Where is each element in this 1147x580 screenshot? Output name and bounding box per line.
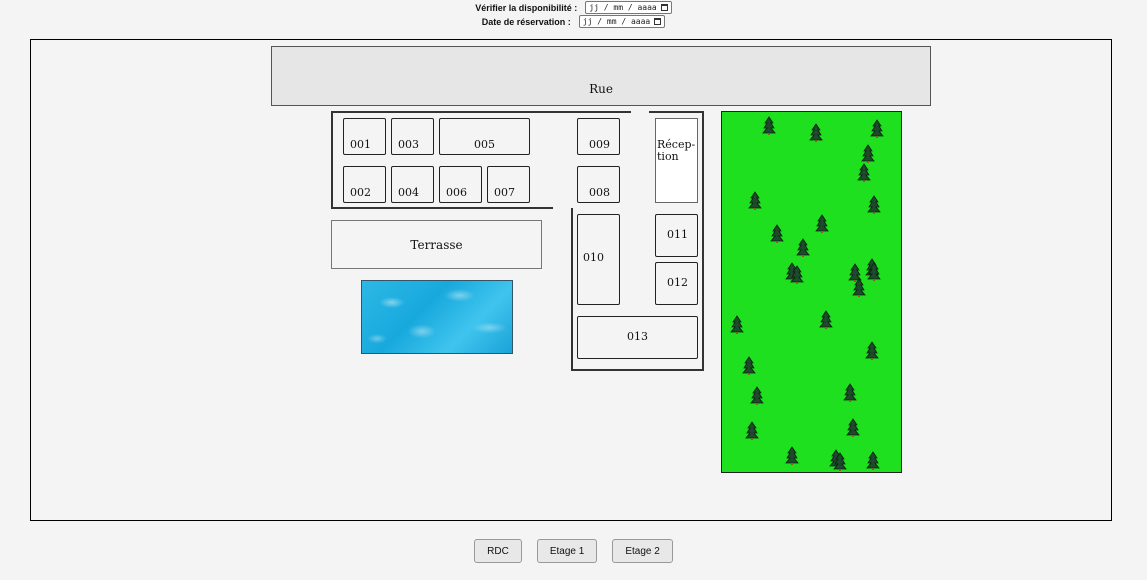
pine-tree-icon	[809, 123, 823, 142]
calendar-icon[interactable]	[660, 4, 668, 11]
reservation-label: Date de réservation :	[481, 16, 571, 27]
room-label: 001	[350, 138, 371, 151]
pine-tree-icon	[819, 310, 833, 329]
room-011[interactable]: 011	[655, 214, 698, 257]
pine-tree-icon	[730, 315, 744, 334]
pine-tree-icon	[846, 418, 860, 437]
room-label: 011	[667, 228, 688, 241]
room-label: 009	[589, 138, 610, 151]
wall	[702, 111, 704, 371]
availability-date-placeholder: jj / mm / aaaa	[589, 3, 657, 12]
room-004[interactable]: 004	[391, 166, 434, 203]
wall	[331, 111, 631, 113]
pine-tree-icon	[745, 421, 759, 440]
room-label: 002	[350, 186, 371, 199]
room-label: 012	[667, 276, 688, 289]
floor-button-etage-1[interactable]: Etage 1	[536, 539, 598, 563]
availability-label: Vérifier la disponibilité :	[475, 2, 578, 13]
reservation-row: Date de réservation : jj / mm / aaaa	[0, 15, 1147, 28]
room-010[interactable]: 010	[577, 214, 620, 305]
room-013[interactable]: 013	[577, 316, 698, 359]
garden-trees	[730, 116, 884, 471]
pine-tree-icon	[796, 238, 810, 257]
wall	[571, 369, 704, 371]
room-label: 010	[583, 251, 604, 264]
street: Rue	[271, 46, 931, 106]
room-003[interactable]: 003	[391, 118, 434, 155]
pine-tree-icon	[870, 119, 884, 138]
room-007[interactable]: 007	[487, 166, 530, 203]
pine-tree-icon	[867, 195, 881, 214]
wall	[331, 111, 333, 208]
room-label: 008	[589, 186, 610, 199]
room-label: 005	[474, 138, 495, 151]
reception-label-line-2: tion	[657, 150, 679, 163]
pine-tree-icon	[865, 341, 879, 360]
wall	[649, 111, 704, 113]
room-001[interactable]: 001	[343, 118, 386, 155]
pine-tree-icon	[742, 356, 756, 375]
wall	[331, 207, 553, 209]
pine-tree-icon	[762, 116, 776, 135]
pine-tree-icon	[815, 214, 829, 233]
wall	[571, 208, 573, 371]
pine-tree-icon	[750, 386, 764, 405]
terrace: Terrasse	[331, 220, 542, 269]
pine-tree-icon	[857, 163, 871, 182]
room-002[interactable]: 002	[343, 166, 386, 203]
pine-tree-icon	[866, 451, 880, 470]
pine-tree-icon	[843, 383, 857, 402]
floor-button-etage-2[interactable]: Etage 2	[612, 539, 673, 563]
room-012[interactable]: 012	[655, 262, 698, 305]
hotel-map: Rue 001 003 005 002 004 006 007 009 008 …	[30, 39, 1112, 521]
room-009[interactable]: 009	[577, 118, 620, 155]
calendar-icon[interactable]	[654, 18, 662, 25]
terrace-label: Terrasse	[410, 237, 463, 252]
availability-date-input[interactable]: jj / mm / aaaa	[585, 1, 672, 14]
room-label: 013	[627, 330, 648, 343]
room-005[interactable]: 005	[439, 118, 530, 155]
reservation-date-placeholder: jj / mm / aaaa	[582, 17, 651, 26]
pine-tree-icon	[785, 446, 799, 465]
room-label: 004	[398, 186, 419, 199]
pine-tree-icon	[861, 144, 875, 163]
street-label: Rue	[589, 82, 613, 96]
floor-switcher: RDC Etage 1 Etage 2	[0, 539, 1147, 563]
reception[interactable]: Récep- tion	[655, 118, 698, 203]
garden	[721, 111, 902, 473]
availability-row: Vérifier la disponibilité : jj / mm / aa…	[0, 1, 1147, 14]
room-label: 006	[446, 186, 467, 199]
reservation-date-input[interactable]: jj / mm / aaaa	[578, 15, 666, 28]
room-006[interactable]: 006	[439, 166, 482, 203]
room-008[interactable]: 008	[577, 166, 620, 203]
floor-button-rdc[interactable]: RDC	[474, 539, 522, 563]
swimming-pool	[361, 280, 513, 354]
room-label: 003	[398, 138, 419, 151]
pine-tree-icon	[748, 191, 762, 210]
room-label: 007	[494, 186, 515, 199]
pine-tree-icon	[770, 224, 784, 243]
